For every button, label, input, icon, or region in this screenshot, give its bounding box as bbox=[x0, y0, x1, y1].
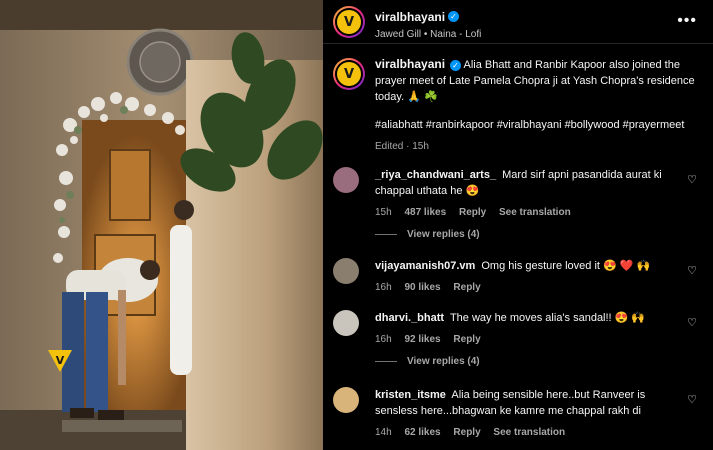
audio-track[interactable]: Jawed Gill • Naina - Lofi bbox=[375, 29, 481, 40]
comment-likes[interactable]: 62 likes bbox=[404, 427, 440, 438]
commenter-avatar[interactable] bbox=[333, 310, 359, 336]
author-avatar[interactable]: V bbox=[333, 6, 365, 38]
like-heart-icon[interactable]: ♡ bbox=[687, 393, 697, 406]
comment-likes[interactable]: 90 likes bbox=[404, 282, 440, 293]
brand-logo-icon: V bbox=[337, 10, 361, 34]
see-translation-button[interactable]: See translation bbox=[493, 427, 565, 438]
reply-button[interactable]: Reply bbox=[453, 282, 480, 293]
comment-age: 16h bbox=[375, 334, 392, 345]
edited-timestamp: Edited · 15h bbox=[375, 141, 429, 152]
commenter-username[interactable]: _riya_chandwani_arts_ bbox=[375, 169, 496, 181]
like-heart-icon[interactable]: ♡ bbox=[687, 173, 697, 186]
caption-hashtags[interactable]: #aliabhatt #ranbirkapoor #viralbhayani #… bbox=[375, 117, 695, 133]
comment-age: 16h bbox=[375, 282, 392, 293]
like-heart-icon[interactable]: ♡ bbox=[687, 316, 697, 329]
comment-age: 15h bbox=[375, 207, 392, 218]
commenter-username[interactable]: dharvi._bhatt bbox=[375, 312, 444, 324]
comment-text: The way he moves alia's sandal!! 😍 🙌 bbox=[449, 312, 646, 324]
video-frame: V bbox=[0, 0, 323, 450]
comment-text: Omg his gesture loved it 😍 ❤️ 🙌 bbox=[481, 260, 651, 272]
comment-likes[interactable]: 92 likes bbox=[404, 334, 440, 345]
comment-likes[interactable]: 487 likes bbox=[404, 207, 446, 218]
reply-button[interactable]: Reply bbox=[453, 427, 480, 438]
verified-badge-icon: ✓ bbox=[450, 59, 462, 71]
verified-badge-icon: ✓ bbox=[448, 11, 460, 23]
commenter-avatar[interactable] bbox=[333, 167, 359, 193]
post-sidebar: V viralbhayani ✓ Jawed Gill • Naina - Lof… bbox=[323, 0, 713, 450]
commenter-avatar[interactable] bbox=[333, 387, 359, 413]
commenter-username[interactable]: vijayamanish07.vm bbox=[375, 260, 475, 272]
view-replies-button[interactable]: View replies (4) bbox=[375, 229, 480, 240]
like-heart-icon[interactable]: ♡ bbox=[687, 264, 697, 277]
more-options-icon[interactable]: ••• bbox=[677, 12, 697, 30]
see-translation-button[interactable]: See translation bbox=[499, 207, 571, 218]
view-replies-button[interactable]: View replies (4) bbox=[375, 356, 480, 367]
reply-button[interactable]: Reply bbox=[459, 207, 486, 218]
author-info: viralbhayani ✓ Jawed Gill • Naina - Lofi bbox=[375, 8, 481, 40]
caption-username[interactable]: viralbhayani bbox=[375, 57, 445, 71]
brand-logo-icon: V bbox=[337, 62, 361, 86]
svg-text:V: V bbox=[56, 354, 65, 367]
post-media[interactable]: V bbox=[0, 0, 323, 450]
caption-author-avatar[interactable]: V bbox=[333, 58, 365, 90]
commenter-avatar[interactable] bbox=[333, 258, 359, 284]
comment-age: 14h bbox=[375, 427, 392, 438]
author-username[interactable]: viralbhayani bbox=[375, 10, 445, 24]
post-header: V viralbhayani ✓ Jawed Gill • Naina - Lof… bbox=[323, 0, 713, 44]
reply-button[interactable]: Reply bbox=[453, 334, 480, 345]
commenter-username[interactable]: kristen_itsme bbox=[375, 389, 446, 401]
